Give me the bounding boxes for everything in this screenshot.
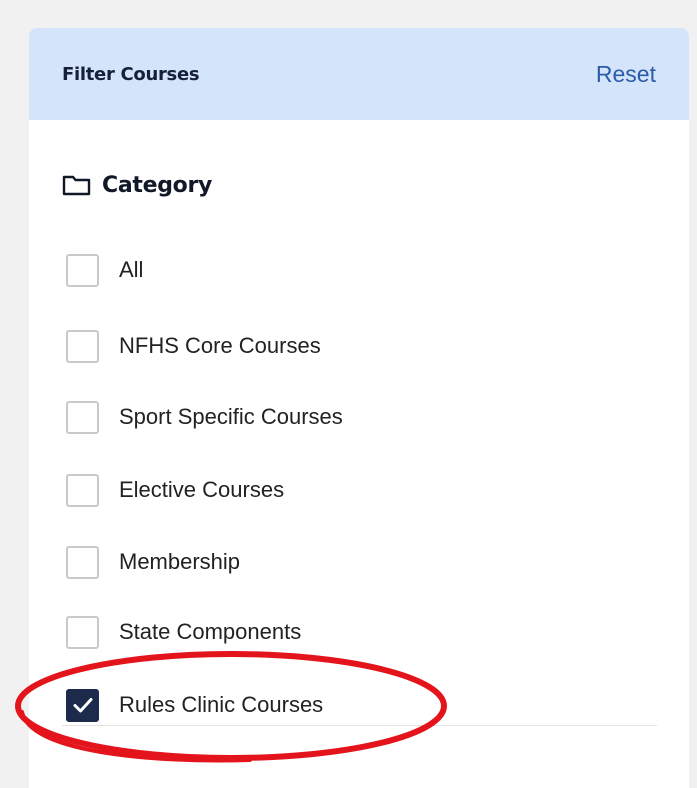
category-label: Rules Clinic Courses [119,692,324,717]
checkbox-elective-courses[interactable] [66,473,99,507]
category-item-all[interactable]: All [66,250,143,290]
checkbox-sport-specific-courses[interactable] [66,400,99,434]
checkbox-all[interactable] [66,253,99,287]
category-label: Membership [119,549,241,574]
category-title: Category [102,172,213,198]
category-heading: Category [62,168,212,202]
reset-link[interactable]: Reset [596,61,656,88]
category-item-state-components[interactable]: State Components [66,612,301,652]
category-item-membership[interactable]: Membership [66,542,240,582]
filter-courses-panel: Filter Courses Reset Category All NFHS C… [29,28,689,788]
category-item-rules-clinic-courses[interactable]: Rules Clinic Courses [66,685,323,725]
filter-title: Filter Courses [62,64,200,85]
category-label: State Components [119,619,302,644]
category-label: Elective Courses [119,477,285,502]
checkbox-rules-clinic-courses[interactable] [66,688,99,722]
folder-icon [62,175,91,196]
category-label: All [119,257,144,282]
category-item-elective-courses[interactable]: Elective Courses [66,470,284,510]
checkbox-membership[interactable] [66,545,99,579]
category-item-nfhs-core-courses[interactable]: NFHS Core Courses [66,326,321,366]
category-label: NFHS Core Courses [119,333,321,358]
divider [62,725,657,726]
category-label: Sport Specific Courses [119,404,343,429]
checkmark-icon [73,698,92,713]
checkbox-state-components[interactable] [66,615,99,649]
checkbox-nfhs-core-courses[interactable] [66,329,99,363]
category-item-sport-specific-courses[interactable]: Sport Specific Courses [66,397,343,437]
filter-header: Filter Courses Reset [29,28,689,120]
